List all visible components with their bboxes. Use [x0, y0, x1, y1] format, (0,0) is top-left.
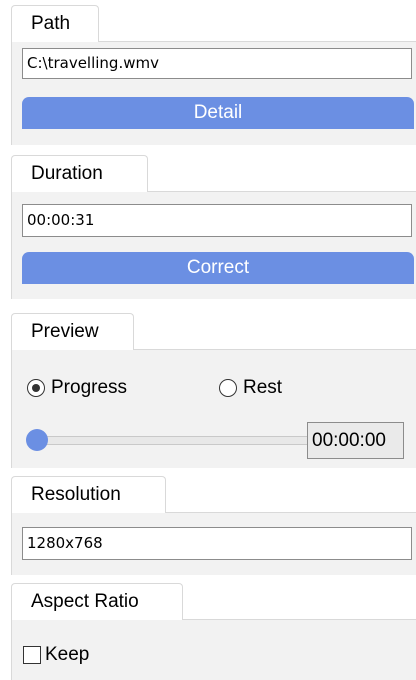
keep-checkbox-icon[interactable] — [23, 646, 41, 664]
preview-section: Preview Progress Rest 00:00:00 — [11, 313, 416, 468]
tab-preview-label: Preview — [31, 321, 99, 342]
duration-panel: 00:00:31 Correct — [11, 191, 416, 299]
rest-radio-label: Rest — [243, 377, 283, 398]
tab-preview[interactable]: Preview — [11, 313, 134, 350]
tab-duration[interactable]: Duration — [11, 155, 148, 192]
duration-section: Duration 00:00:31 Correct — [11, 155, 416, 300]
aspect-ratio-panel: Keep — [11, 619, 416, 680]
duration-input[interactable]: 00:00:31 — [22, 204, 412, 237]
preview-panel: Progress Rest 00:00:00 — [11, 349, 416, 468]
path-input[interactable]: C:\travelling.wmv — [22, 48, 412, 79]
aspect-ratio-section: Aspect Ratio Keep — [11, 583, 416, 680]
rest-radio-icon[interactable] — [219, 379, 237, 397]
resolution-panel: 1280x768 — [11, 512, 416, 575]
tab-resolution[interactable]: Resolution — [11, 476, 166, 513]
resolution-input[interactable]: 1280x768 — [22, 527, 412, 560]
tab-duration-label: Duration — [31, 163, 103, 184]
preview-slider-thumb[interactable] — [26, 429, 48, 451]
preview-time-display[interactable]: 00:00:00 — [307, 422, 404, 459]
progress-radio-option[interactable]: Progress — [27, 377, 127, 399]
keep-checkbox-label: Keep — [45, 644, 90, 665]
progress-radio-label: Progress — [51, 377, 128, 398]
resolution-section: Resolution 1280x768 — [11, 476, 416, 576]
detail-button[interactable]: Detail — [22, 97, 414, 129]
path-panel: C:\travelling.wmv Detail — [11, 41, 416, 145]
tab-resolution-label: Resolution — [31, 484, 121, 505]
correct-button[interactable]: Correct — [22, 252, 414, 284]
keep-checkbox-option[interactable]: Keep — [23, 644, 89, 666]
path-section: Path C:\travelling.wmv Detail — [11, 5, 416, 145]
tab-path[interactable]: Path — [11, 5, 99, 42]
tab-aspect-ratio-label: Aspect Ratio — [31, 591, 139, 612]
rest-radio-option[interactable]: Rest — [219, 377, 282, 399]
tab-path-label: Path — [31, 13, 71, 34]
preview-slider-track[interactable] — [37, 436, 309, 445]
progress-radio-icon[interactable] — [27, 379, 45, 397]
tab-aspect-ratio[interactable]: Aspect Ratio — [11, 583, 183, 620]
